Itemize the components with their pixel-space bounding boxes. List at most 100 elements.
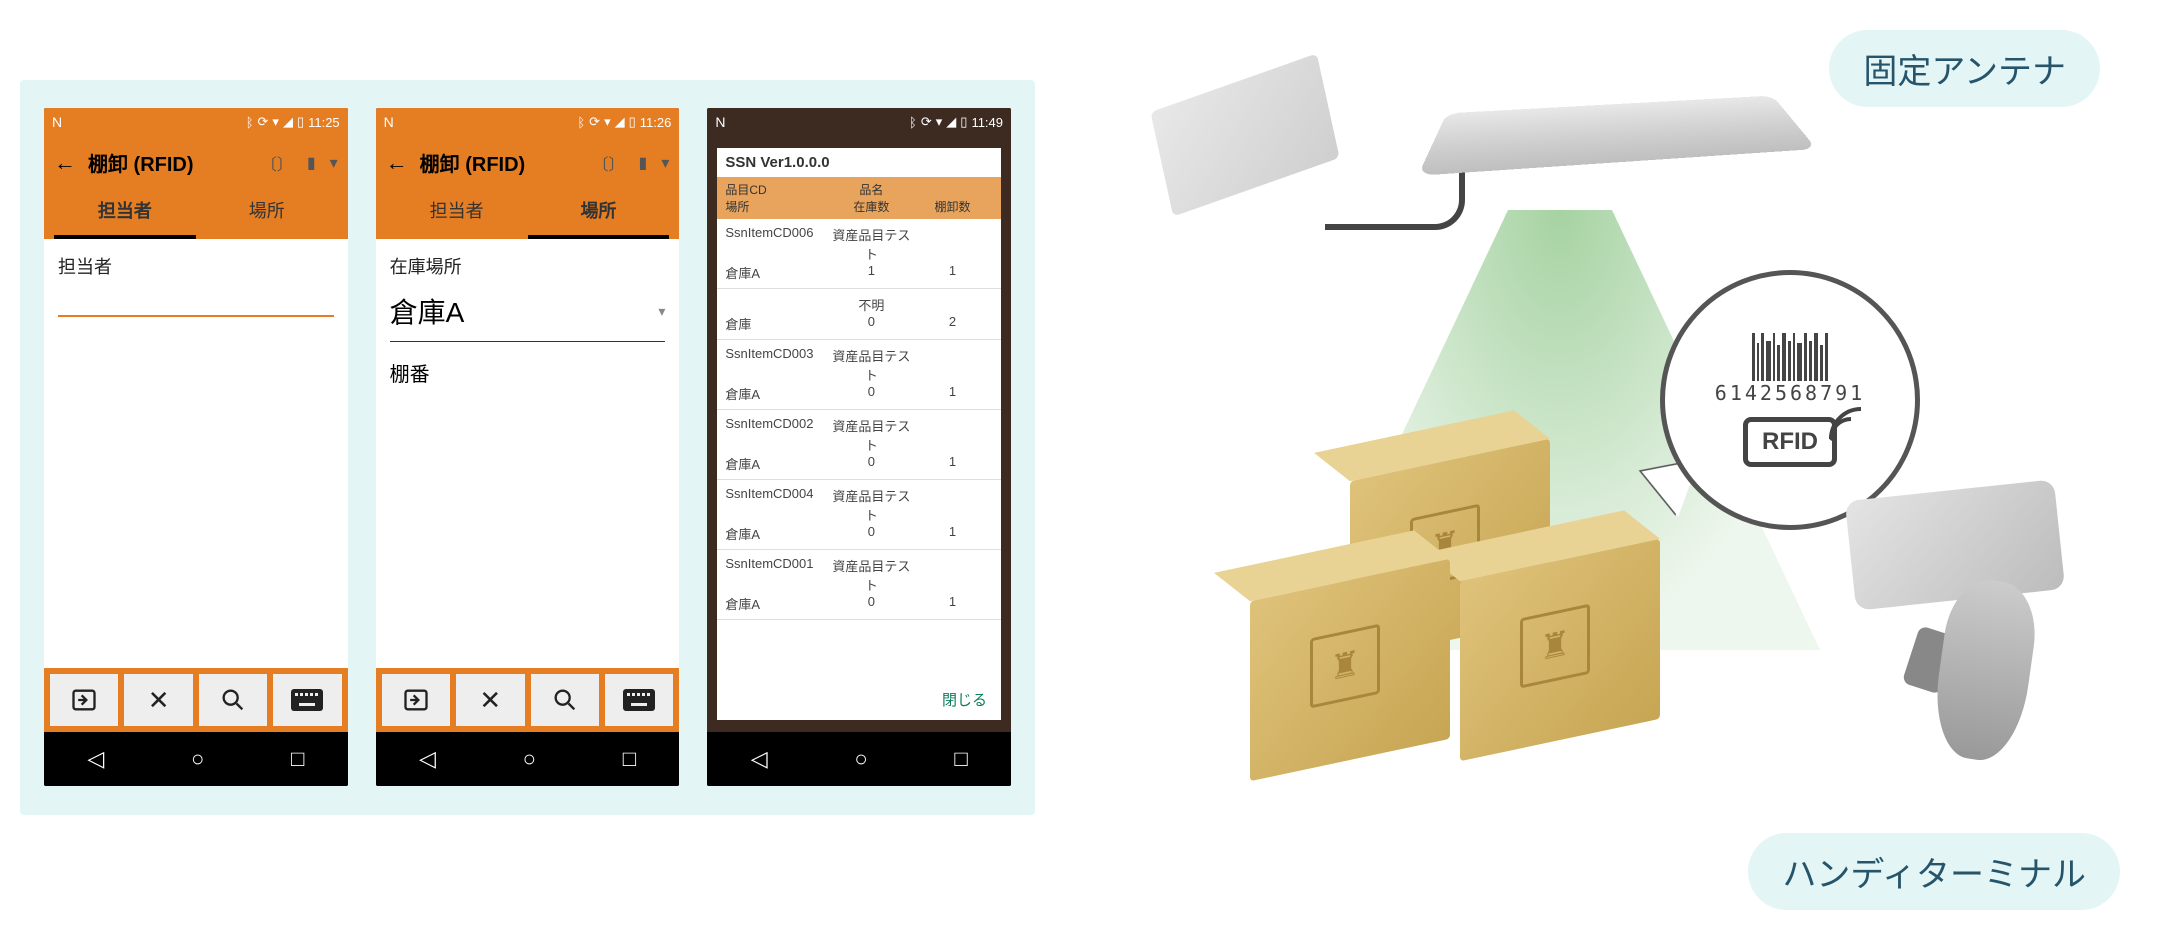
col-place: 場所 <box>725 198 830 215</box>
android-navbar: ◁ ○ □ <box>44 732 348 786</box>
clock-text: 11:25 <box>308 115 340 130</box>
col-stock: 在庫数 <box>831 198 912 215</box>
rfid-device-icon[interactable]: 〔〕 <box>592 151 624 175</box>
cell-stock: 0 <box>831 594 912 613</box>
phone-screen-3: N ᛒ ⟳ ▾ ◢ ▯ 11:49 SSN Ver1.0.0.0 品目CD 品名 <box>707 108 1011 786</box>
wifi-icon: ▾ <box>936 114 943 130</box>
status-icons: ᛒ ⟳ ▾ ◢ ▯ 11:49 <box>909 114 1003 130</box>
cell-item-code <box>725 295 830 314</box>
barcode-number: 6142568791 <box>1715 381 1865 405</box>
sound-icon[interactable]: ▮ <box>307 153 316 173</box>
battery-icon: ▯ <box>297 114 304 130</box>
table-row[interactable]: 不明倉庫02 <box>717 289 1001 340</box>
cell-stock: 0 <box>831 384 912 403</box>
app-bar: ← 棚卸 (RFID) 〔〕 ▮ ▾ 担当者 場所 <box>376 136 680 239</box>
bluetooth-icon: ᛒ <box>909 115 917 130</box>
wifi-app-icon[interactable]: ▾ <box>330 153 338 173</box>
nav-home-icon[interactable]: ○ <box>854 746 867 772</box>
tab-person[interactable]: 担当者 <box>54 185 196 239</box>
barcode-icon: 6142568791 <box>1715 333 1865 405</box>
signal-icon: ◢ <box>615 114 625 130</box>
cell-item-name: 資産品目テスト <box>831 346 912 384</box>
nav-recent-icon[interactable]: □ <box>623 746 636 772</box>
enter-button[interactable] <box>50 674 118 726</box>
back-icon[interactable]: ← <box>386 150 408 176</box>
clear-button[interactable]: ✕ <box>124 674 192 726</box>
status-left: N <box>715 114 725 130</box>
status-bar: N ᛒ ⟳ ▾ ◢ ▯ 11:26 <box>376 108 680 136</box>
cell-stock: 0 <box>831 524 912 543</box>
close-button[interactable]: 閉じる <box>717 679 1001 720</box>
bluetooth-icon: ᛒ <box>246 115 254 130</box>
clock-text: 11:49 <box>971 115 1003 130</box>
col-count: 棚卸数 <box>912 198 993 215</box>
cell-stock: 0 <box>831 454 912 473</box>
dialog-title: SSN Ver1.0.0.0 <box>717 148 1001 177</box>
dialog-rows: SsnItemCD006資産品目テスト倉庫A11不明倉庫02SsnItemCD0… <box>717 219 1001 620</box>
nav-recent-icon[interactable]: □ <box>291 746 304 772</box>
sync-icon: ⟳ <box>921 114 932 130</box>
cell-count: 1 <box>912 454 993 473</box>
person-input[interactable] <box>58 285 334 317</box>
nav-back-icon[interactable]: ◁ <box>419 746 436 772</box>
nav-back-icon[interactable]: ◁ <box>751 746 768 772</box>
location-select[interactable]: 倉庫A ▾ <box>390 285 666 342</box>
status-left: N <box>52 114 62 130</box>
rfid-tag-icon: RFID <box>1743 417 1837 467</box>
table-row[interactable]: SsnItemCD003資産品目テスト倉庫A01 <box>717 340 1001 410</box>
status-left: N <box>384 114 394 130</box>
cell-count: 1 <box>912 263 993 282</box>
rfid-text: RFID <box>1762 428 1818 455</box>
bottom-toolbar: ✕ <box>376 668 680 732</box>
clear-button[interactable]: ✕ <box>456 674 524 726</box>
table-row[interactable]: SsnItemCD002資産品目テスト倉庫A01 <box>717 410 1001 480</box>
cell-place: 倉庫 <box>725 314 830 333</box>
cell-stock: 1 <box>831 263 912 282</box>
handy-terminal-icon <box>1820 480 2100 780</box>
cell-count: 1 <box>912 524 993 543</box>
signal-icon: ◢ <box>283 114 293 130</box>
fragile-icon: ♜ <box>1520 604 1590 689</box>
search-icon <box>219 686 247 714</box>
sync-icon: ⟳ <box>589 114 600 130</box>
enter-button[interactable] <box>382 674 450 726</box>
cell-item-name: 資産品目テスト <box>831 556 912 594</box>
bottom-toolbar: ✕ <box>44 668 348 732</box>
tab-person[interactable]: 担当者 <box>386 185 528 239</box>
table-row[interactable]: SsnItemCD006資産品目テスト倉庫A11 <box>717 219 1001 289</box>
battery-icon: ▯ <box>960 114 967 130</box>
keyboard-icon <box>623 689 655 711</box>
wifi-app-icon[interactable]: ▾ <box>661 153 669 173</box>
cell-count: 1 <box>912 594 993 613</box>
keyboard-button[interactable] <box>605 674 673 726</box>
search-button[interactable] <box>199 674 267 726</box>
cell-item-code: SsnItemCD001 <box>725 556 830 594</box>
nav-recent-icon[interactable]: □ <box>954 746 967 772</box>
fragile-icon: ♜ <box>1310 624 1380 709</box>
back-icon[interactable]: ← <box>54 150 76 176</box>
tab-bar: 担当者 場所 <box>54 185 338 239</box>
tab-place[interactable]: 場所 <box>528 185 670 239</box>
cell-item-name: 資産品目テスト <box>831 486 912 524</box>
search-button[interactable] <box>531 674 599 726</box>
table-row[interactable]: SsnItemCD004資産品目テスト倉庫A01 <box>717 480 1001 550</box>
tab-place[interactable]: 場所 <box>196 185 338 239</box>
nav-home-icon[interactable]: ○ <box>191 746 204 772</box>
nav-back-icon[interactable]: ◁ <box>87 746 104 772</box>
cell-stock: 0 <box>831 314 912 333</box>
enter-icon <box>70 686 98 714</box>
column-header: 品目CD 品名 場所 在庫数 棚卸数 <box>717 177 1001 219</box>
cell-place: 倉庫A <box>725 384 830 403</box>
android-navbar: ◁ ○ □ <box>376 732 680 786</box>
result-dialog: SSN Ver1.0.0.0 品目CD 品名 場所 在庫数 棚卸数 SsnIte… <box>717 148 1001 720</box>
rfid-device-icon[interactable]: 〔〕 <box>261 151 293 175</box>
cell-item-code: SsnItemCD006 <box>725 225 830 263</box>
keyboard-button[interactable] <box>273 674 341 726</box>
cell-item-name: 不明 <box>831 295 912 314</box>
app-title: 棚卸 (RFID) <box>88 148 194 177</box>
handy-terminal-label: ハンディターミナル <box>1748 833 2120 910</box>
sound-icon[interactable]: ▮ <box>639 153 648 173</box>
nav-home-icon[interactable]: ○ <box>523 746 536 772</box>
table-row[interactable]: SsnItemCD001資産品目テスト倉庫A01 <box>717 550 1001 620</box>
bluetooth-icon: ᛒ <box>577 115 585 130</box>
